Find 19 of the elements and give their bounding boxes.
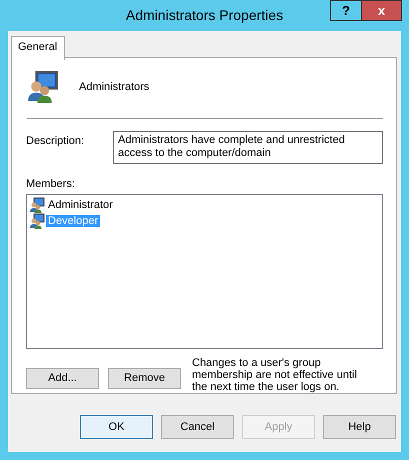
members-label: Members: (26, 178, 76, 190)
cancel-button[interactable]: Cancel (161, 415, 234, 439)
remove-button[interactable]: Remove (108, 368, 181, 388)
help-button[interactable]: Help (323, 415, 396, 439)
description-field[interactable]: Administrators have complete and unrestricted access to the computer/domain (113, 131, 383, 164)
close-button[interactable]: x (362, 0, 402, 21)
member-item[interactable]: Administrator (46, 199, 115, 211)
user-icon (29, 197, 45, 213)
tab[interactable]: General (11, 36, 66, 60)
add-button[interactable]: Add... (26, 368, 99, 388)
membership-note: Changes to a user's group membership are not effective until the next time the user logs on. (192, 357, 358, 393)
window-title: Administrators Properties (126, 7, 284, 23)
help-button[interactable]: ? (330, 0, 362, 21)
user-icon (29, 213, 45, 229)
ok-button[interactable]: OK (80, 415, 153, 439)
group-name: Administrators (79, 80, 150, 92)
members-list[interactable]: Administrator Developer (26, 194, 383, 349)
group-icon (26, 70, 59, 103)
description-label: Description: (26, 134, 86, 149)
